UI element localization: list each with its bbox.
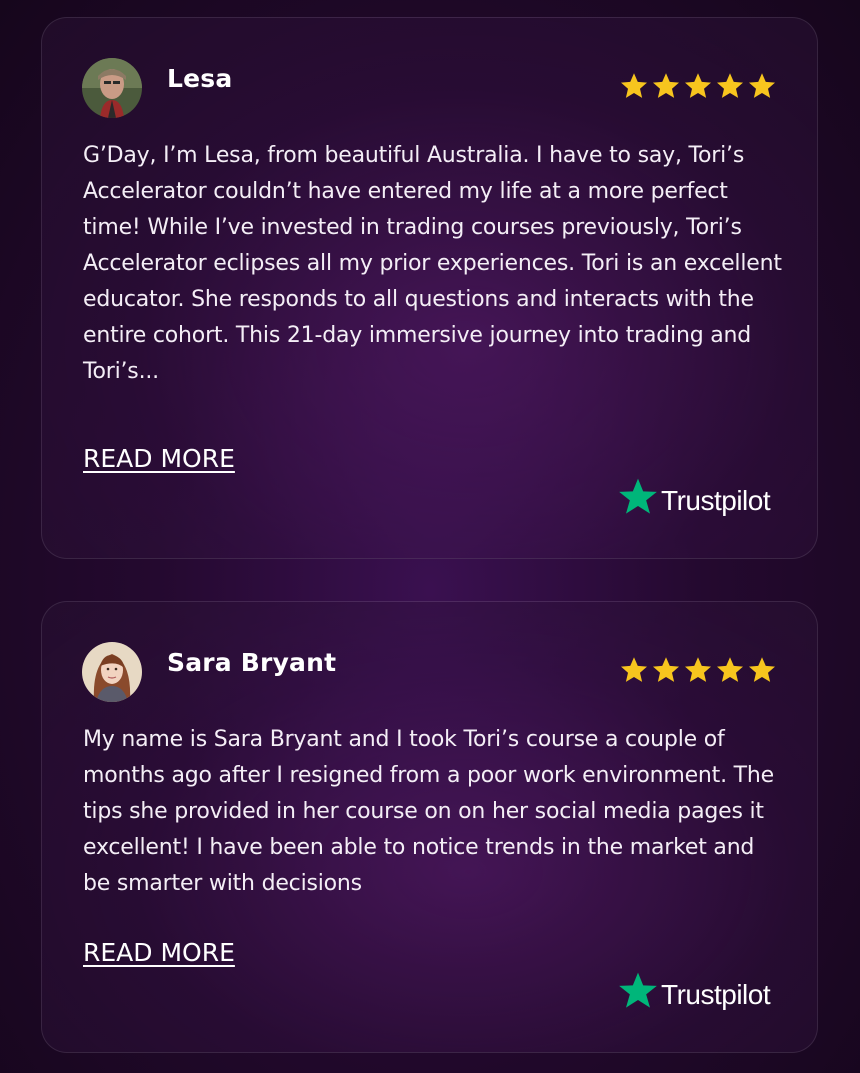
trustpilot-logo[interactable]: Trustpilot (618, 477, 771, 517)
star-icon (653, 657, 679, 682)
star-icon (749, 73, 775, 98)
review-text: G’Day, I’m Lesa, from beautiful Australi… (83, 143, 782, 384)
trustpilot-star-icon (619, 478, 657, 514)
star-icon (685, 73, 711, 98)
trustpilot-wordmark: Trustpilot (661, 979, 771, 1010)
read-more-link[interactable]: READ MORE (83, 938, 235, 967)
star-icon (685, 657, 711, 682)
star-rating (619, 71, 777, 101)
read-more-link[interactable]: READ MORE (83, 444, 235, 473)
reviewer-name: Sara Bryant (167, 648, 337, 677)
star-rating (619, 655, 777, 685)
star-icon (749, 657, 775, 682)
trustpilot-wordmark: Trustpilot (661, 485, 771, 516)
review-card: Lesa G’Day, I’m Lesa, from beautiful Aus… (41, 17, 818, 559)
star-icon (621, 73, 647, 98)
review-card: Sara Bryant My name is Sara Bryant and I… (41, 601, 818, 1053)
reviewer-avatar (82, 642, 142, 702)
star-icon (653, 73, 679, 98)
star-icon (717, 73, 743, 98)
trustpilot-star-icon (619, 972, 657, 1008)
star-icon (717, 657, 743, 682)
star-icon (621, 657, 647, 682)
review-text: My name is Sara Bryant and I took Tori’s… (83, 727, 774, 896)
trustpilot-logo[interactable]: Trustpilot (618, 971, 771, 1011)
reviewer-avatar (82, 58, 142, 118)
reviewer-name: Lesa (167, 64, 233, 93)
